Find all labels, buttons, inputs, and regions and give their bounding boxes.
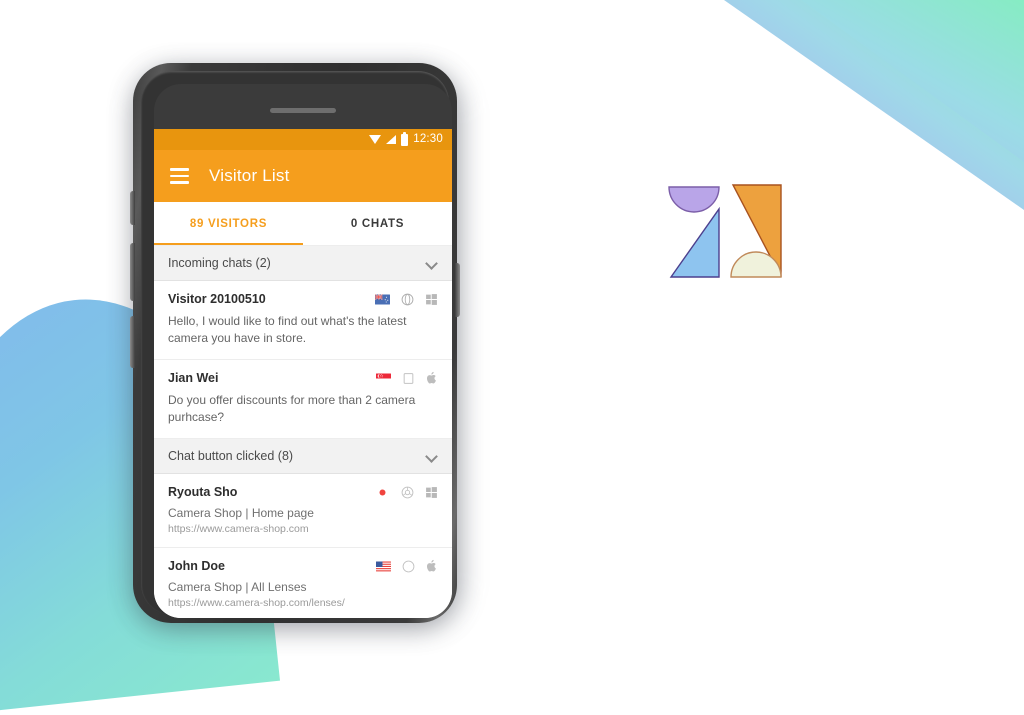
windows-os-icon <box>426 293 437 305</box>
tab-visitors[interactable]: 89 VISITORS <box>154 202 303 245</box>
singapore-flag-icon <box>376 373 391 384</box>
new-zealand-flag-icon <box>375 293 390 304</box>
hamburger-line <box>170 168 189 171</box>
background-gradient-topright <box>724 0 1024 210</box>
visitor-row-header: Visitor 20100510 <box>168 292 438 306</box>
visitor-message: Hello, I would like to find out what's t… <box>168 314 407 346</box>
hamburger-line <box>170 174 189 178</box>
safari-browser-icon <box>403 372 414 384</box>
windows-os-icon <box>426 486 437 498</box>
visitor-meta-icons <box>375 293 438 306</box>
visitor-message: Do you offer discounts for more than 2 c… <box>168 393 416 425</box>
background-gradient-topright-inner <box>801 0 1024 162</box>
zendesk-logo <box>668 184 782 278</box>
visitor-page-title: Camera Shop | Home page <box>168 506 314 521</box>
visitor-list: Incoming chats (2) Visitor 20100510 Hell… <box>154 246 452 618</box>
phone-power-button[interactable] <box>455 263 460 317</box>
status-bar-clock: 12:30 <box>413 132 443 145</box>
visitor-list-item[interactable]: Visitor 20100510 Hello, I would like to … <box>154 281 452 361</box>
visitor-page-url: https://www.camera-shop.com <box>168 523 309 536</box>
phone-mockup: 12:30 Visitor List 89 VISITORS 0 CHATS I… <box>130 63 465 623</box>
visitor-name: Ryouta Sho <box>168 485 238 500</box>
tab-bar: 89 VISITORS 0 CHATS <box>154 202 452 246</box>
status-bar: 12:30 <box>154 129 452 150</box>
chevron-down-icon[interactable] <box>427 258 438 269</box>
section-title: Chat button clicked (8) <box>168 449 294 464</box>
visitor-row-header: Jian Wei <box>168 371 438 385</box>
logo-half-circle-purple <box>668 186 720 213</box>
logo-triangle-blue <box>669 206 720 278</box>
visitor-name: Visitor 20100510 <box>168 292 266 306</box>
visitor-page-url: https://www.camera-shop.com/lenses/ <box>168 597 345 610</box>
visitor-page-title: Camera Shop | All Lenses <box>168 580 307 595</box>
visitor-list-item[interactable]: Ryouta Sho Camera Shop | Home page https… <box>154 474 452 549</box>
section-header-chat-button-clicked[interactable]: Chat button clicked (8) <box>154 439 452 475</box>
visitor-row-header: John Doe <box>168 559 438 573</box>
hamburger-line <box>170 181 189 184</box>
visitor-list-item[interactable]: Jian Wei Do you offer discounts for more… <box>154 360 452 440</box>
phone-body: 12:30 Visitor List 89 VISITORS 0 CHATS I… <box>130 63 460 623</box>
hamburger-menu-icon[interactable] <box>170 168 189 184</box>
speaker-grille-icon <box>270 108 336 113</box>
usa-flag-icon <box>376 561 391 572</box>
japan-flag-icon <box>375 487 390 498</box>
tab-chats[interactable]: 0 CHATS <box>303 202 452 245</box>
visitor-meta-icons <box>376 559 438 573</box>
phone-inner-ring: 12:30 Visitor List 89 VISITORS 0 CHATS I… <box>141 71 452 618</box>
section-title: Incoming chats (2) <box>168 256 271 270</box>
apple-os-icon <box>426 371 436 384</box>
opera-browser-icon <box>401 293 414 305</box>
phone-volume-up-button[interactable] <box>130 191 135 225</box>
visitor-name: John Doe <box>168 559 225 574</box>
phone-bezel: 12:30 Visitor List 89 VISITORS 0 CHATS I… <box>154 84 452 618</box>
app-bar: Visitor List <box>154 150 452 202</box>
visitor-row-header: Ryouta Sho <box>168 485 438 499</box>
visitor-list-item[interactable]: John Doe Camera Shop | All Lenses https:… <box>154 548 452 618</box>
signal-icon <box>386 135 397 144</box>
phone-side-button[interactable] <box>130 316 135 368</box>
chevron-down-icon[interactable] <box>427 451 438 462</box>
visitor-name: Jian Wei <box>168 371 219 386</box>
page-title: Visitor List <box>209 166 290 185</box>
phone-volume-down-button[interactable] <box>130 243 135 301</box>
battery-icon <box>401 131 409 146</box>
section-header-incoming-chats[interactable]: Incoming chats (2) <box>154 246 452 281</box>
visitor-meta-icons <box>375 486 438 499</box>
wifi-icon <box>369 135 382 144</box>
safari-browser-icon <box>402 560 415 573</box>
phone-screen: 12:30 Visitor List 89 VISITORS 0 CHATS I… <box>154 129 452 618</box>
visitor-meta-icons <box>376 371 438 385</box>
chrome-browser-icon <box>401 486 414 499</box>
apple-os-icon <box>426 560 436 572</box>
